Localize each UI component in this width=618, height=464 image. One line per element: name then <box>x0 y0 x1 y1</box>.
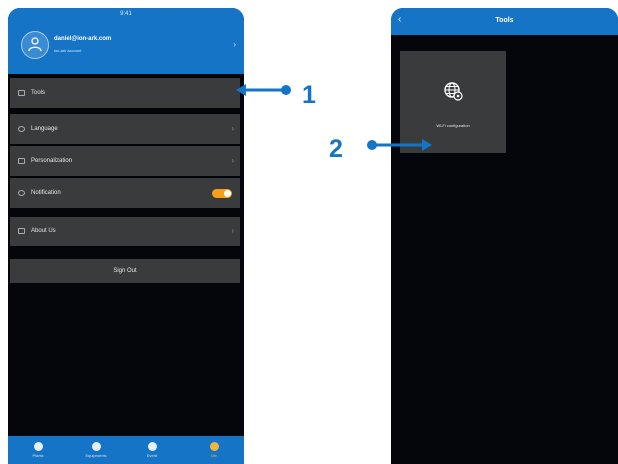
callout-number-1: 1 <box>302 81 316 109</box>
tab-me[interactable]: Me <box>194 439 234 458</box>
menu-item-label: Personalization <box>31 158 73 164</box>
user-icon <box>28 37 42 52</box>
phone-me-screen: 9:41 daniel@ion-ark.com ion-ark account … <box>8 8 244 464</box>
bell-icon <box>18 190 25 196</box>
menu-item-about-us[interactable]: About Us › <box>10 217 240 246</box>
divider <box>8 208 244 217</box>
info-icon <box>18 228 25 234</box>
chevron-right-icon: › <box>231 226 234 235</box>
tools-header: ‹ Tools <box>391 8 618 35</box>
menu-item-label: Tools <box>31 90 46 96</box>
tab-label: Event <box>146 453 158 458</box>
tab-event[interactable]: Event <box>132 439 172 458</box>
user-email: daniel@ion-ark.com <box>54 36 112 42</box>
globe-icon <box>18 126 25 132</box>
tab-plants[interactable]: Plants <box>18 439 58 458</box>
tab-equipments[interactable]: Equipments <box>76 439 116 458</box>
callout-number-2: 2 <box>329 135 343 163</box>
menu-item-label: About Us <box>31 228 56 234</box>
plant-icon <box>33 442 43 451</box>
menu-item-personalization[interactable]: Personalization › <box>10 146 240 176</box>
tab-label: Equipments <box>85 453 107 458</box>
avatar[interactable] <box>21 31 49 59</box>
user-subtitle: ion-ark account <box>54 48 82 53</box>
callout-arrow-1 <box>236 84 291 96</box>
device-icon <box>91 442 101 451</box>
sign-out-button[interactable]: Sign Out <box>10 259 240 283</box>
menu-item-notification[interactable]: Notification <box>10 178 240 208</box>
menu-item-language[interactable]: Language › <box>10 114 240 144</box>
menu-item-label: Language <box>31 126 58 132</box>
tile-label: Wi-Fi configuration <box>436 123 470 128</box>
user-icon <box>209 442 219 451</box>
notification-toggle[interactable] <box>212 189 232 198</box>
menu-item-label: Notification <box>31 190 61 196</box>
chevron-right-icon: › <box>231 124 234 133</box>
menu-item-tools[interactable]: Tools <box>10 78 240 108</box>
chevron-right-icon: › <box>231 156 234 165</box>
event-icon <box>147 442 157 451</box>
bottom-tab-bar: Plants Equipments Event Me <box>8 436 244 464</box>
chevron-right-icon: › <box>233 40 236 49</box>
profile-header[interactable]: 9:41 daniel@ion-ark.com ion-ark account … <box>8 8 244 74</box>
callout-arrow-2 <box>367 139 432 151</box>
toolbox-icon <box>18 90 25 96</box>
tab-label: Plants <box>32 453 44 458</box>
page-title: Tools <box>495 17 514 24</box>
wifi-globe-icon <box>444 82 463 101</box>
status-bar: 9:41 <box>120 11 132 17</box>
phone-tools-screen: ‹ Tools Wi-Fi configuration <box>391 8 618 464</box>
tab-label: Me <box>211 453 217 458</box>
person-icon <box>18 158 25 164</box>
